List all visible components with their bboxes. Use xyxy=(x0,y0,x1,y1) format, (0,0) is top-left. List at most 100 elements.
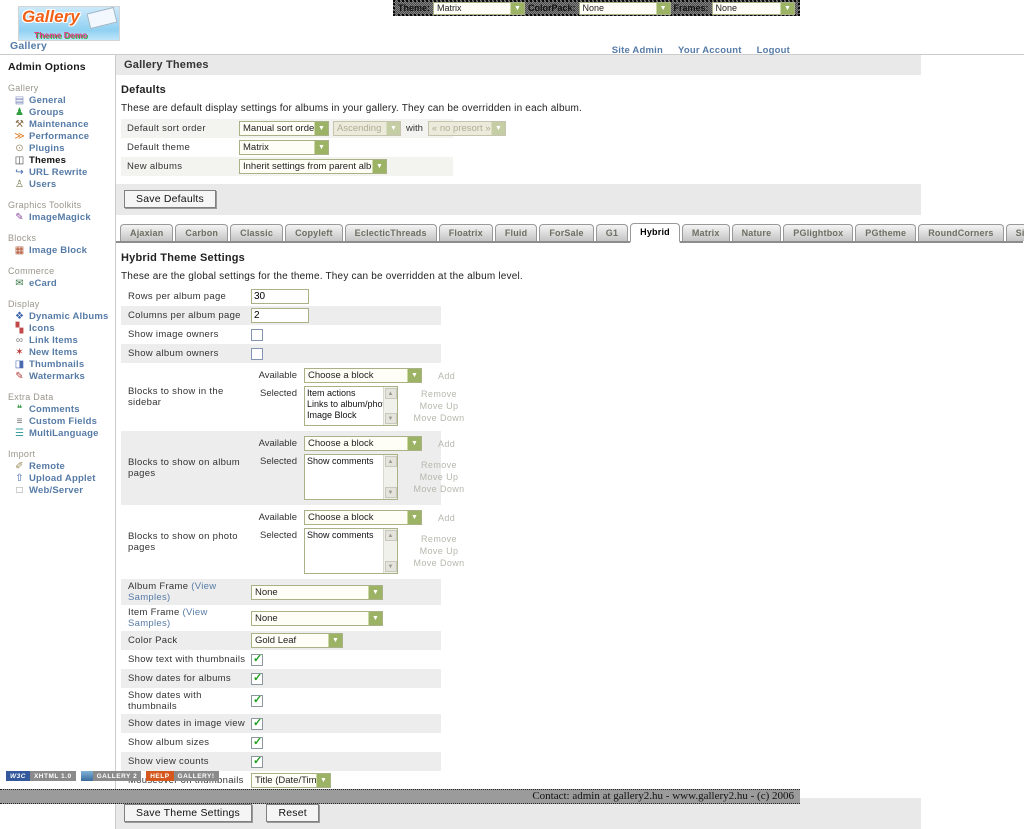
scroll-up-icon[interactable]: ▲ xyxy=(385,456,397,467)
tab-ajaxian[interactable]: Ajaxian xyxy=(120,224,173,241)
item-frame-select[interactable]: None ▼ xyxy=(251,611,383,626)
new-albums-select[interactable]: Inherit settings from parent album ▼ xyxy=(239,159,387,174)
scroll-up-icon[interactable]: ▲ xyxy=(385,530,397,541)
theme-select[interactable]: Matrix ▼ xyxy=(433,2,525,15)
scroll-up-icon[interactable]: ▲ xyxy=(385,388,397,399)
show-album-owners-checkbox[interactable] xyxy=(251,348,263,360)
color-pack-select[interactable]: Gold Leaf ▼ xyxy=(251,633,343,648)
sidebar-item-upload-applet[interactable]: ⇧Upload Applet xyxy=(13,473,115,484)
default-theme-select[interactable]: Matrix ▼ xyxy=(239,140,329,155)
album-frame-select[interactable]: None ▼ xyxy=(251,585,383,600)
sidebar-item-imagemagick[interactable]: ✎ImageMagick xyxy=(13,212,115,223)
tab-fluid[interactable]: Fluid xyxy=(495,224,538,241)
colorpack-select[interactable]: None ▼ xyxy=(579,2,671,15)
sidebar-item-web-server[interactable]: □Web/Server xyxy=(13,485,115,496)
reset-button[interactable]: Reset xyxy=(266,804,318,822)
sidebar-item-url-rewrite[interactable]: ↪URL Rewrite xyxy=(13,167,115,178)
sidebar-item-remote[interactable]: ✐Remote xyxy=(13,461,115,472)
sidebar-item-ecard[interactable]: ✉eCard xyxy=(13,278,115,289)
sidebar-item-maintenance[interactable]: ⚒Maintenance xyxy=(13,119,115,130)
sidebar-item-watermarks[interactable]: ✎Watermarks xyxy=(13,371,115,382)
move-down-link[interactable]: Move Down xyxy=(410,558,468,568)
scrollbar[interactable]: ▲ ▼ xyxy=(383,387,397,425)
frames-select[interactable]: None ▼ xyxy=(712,2,795,15)
move-up-link[interactable]: Move Up xyxy=(410,472,468,482)
save-defaults-button[interactable]: Save Defaults xyxy=(124,190,216,208)
scrollbar[interactable]: ▲ ▼ xyxy=(383,529,397,573)
album-selected-blocks-listbox[interactable]: Show comments ▲ ▼ xyxy=(304,454,398,500)
listbox-item[interactable]: Show comments xyxy=(307,530,383,541)
w3c-icon: W3C xyxy=(6,771,30,781)
sidebar-item-performance[interactable]: ≫Performance xyxy=(13,131,115,142)
tab-pglightbox[interactable]: PGlightbox xyxy=(783,224,853,241)
mouseover-select[interactable]: Title (Date/Time) ▼ xyxy=(251,773,331,788)
gallery2-badge[interactable]: GALLERY 2 xyxy=(81,771,142,781)
show-dates-albums-checkbox[interactable] xyxy=(251,673,263,685)
tab-matrix[interactable]: Matrix xyxy=(682,224,730,241)
scrollbar[interactable]: ▲ ▼ xyxy=(383,455,397,499)
move-up-link[interactable]: Move Up xyxy=(410,401,468,411)
show-dates-thumbs-checkbox[interactable] xyxy=(251,695,263,707)
add-link[interactable]: Add xyxy=(438,371,455,381)
gallery-logo[interactable]: Gallery Theme Demo xyxy=(18,6,120,41)
default-sort-select[interactable]: Manual sort order ▼ xyxy=(239,121,329,136)
tab-forsale[interactable]: ForSale xyxy=(539,224,593,241)
listbox-item[interactable]: Item actions xyxy=(307,388,383,399)
sidebar-available-blocks-select[interactable]: Choose a block ▼ xyxy=(304,368,422,383)
move-down-link[interactable]: Move Down xyxy=(410,484,468,494)
tab-copyleft[interactable]: Copyleft xyxy=(285,224,343,241)
sidebar-item-thumbnails[interactable]: ◨Thumbnails xyxy=(13,359,115,370)
remove-link[interactable]: Remove xyxy=(410,389,468,399)
listbox-item[interactable]: Image Block xyxy=(307,410,383,421)
remove-link[interactable]: Remove xyxy=(410,460,468,470)
sidebar-item-users[interactable]: ♙Users xyxy=(13,179,115,190)
show-image-owners-checkbox[interactable] xyxy=(251,329,263,341)
scroll-down-icon[interactable]: ▼ xyxy=(385,561,397,572)
scroll-down-icon[interactable]: ▼ xyxy=(385,413,397,424)
tab-floatrix[interactable]: Floatrix xyxy=(439,224,493,241)
sidebar-item-dynamic-albums[interactable]: ❖Dynamic Albums xyxy=(13,311,115,322)
show-dates-image-checkbox[interactable] xyxy=(251,718,263,730)
sidebar-item-icons[interactable]: ▚Icons xyxy=(13,323,115,334)
tab-classic[interactable]: Classic xyxy=(230,224,283,241)
show-album-sizes-checkbox[interactable] xyxy=(251,737,263,749)
album-available-blocks-select[interactable]: Choose a block ▼ xyxy=(304,436,422,451)
listbox-item[interactable]: Show comments xyxy=(307,456,383,467)
save-theme-settings-button[interactable]: Save Theme Settings xyxy=(124,804,252,822)
add-link[interactable]: Add xyxy=(438,513,455,523)
move-down-link[interactable]: Move Down xyxy=(410,413,468,423)
sidebar-item-plugins[interactable]: ⊙Plugins xyxy=(13,143,115,154)
sidebar-selected-blocks-listbox[interactable]: Item actionsLinks to album/photo peersIm… xyxy=(304,386,398,426)
move-up-link[interactable]: Move Up xyxy=(410,546,468,556)
sidebar-item-new-items[interactable]: ✶New Items xyxy=(13,347,115,358)
rows-per-page-input[interactable] xyxy=(251,289,309,304)
sidebar-item-custom-fields[interactable]: ≡Custom Fields xyxy=(13,416,115,427)
photo-selected-blocks-listbox[interactable]: Show comments ▲ ▼ xyxy=(304,528,398,574)
tab-nature[interactable]: Nature xyxy=(732,224,782,241)
w3c-xhtml-badge[interactable]: W3C XHTML 1.0 xyxy=(6,771,76,781)
sidebar-item-multilanguage[interactable]: ☰MultiLanguage xyxy=(13,428,115,439)
sidebar-item-comments[interactable]: ❝Comments xyxy=(13,404,115,415)
tab-hybrid[interactable]: Hybrid xyxy=(630,223,680,243)
sidebar-item-groups[interactable]: ♟Groups xyxy=(13,107,115,118)
show-view-counts-checkbox[interactable] xyxy=(251,756,263,768)
sidebar-item-general[interactable]: ▤General xyxy=(13,95,115,106)
remove-link[interactable]: Remove xyxy=(410,534,468,544)
breadcrumb-gallery-link[interactable]: Gallery xyxy=(10,40,47,52)
tab-eclecticthreads[interactable]: EclecticThreads xyxy=(345,224,437,241)
scroll-down-icon[interactable]: ▼ xyxy=(385,487,397,498)
cols-per-page-input[interactable] xyxy=(251,308,309,323)
tab-roundcorners[interactable]: RoundCorners xyxy=(918,224,1003,241)
sidebar-item-image-block[interactable]: ▦Image Block xyxy=(13,245,115,256)
tab-g1[interactable]: G1 xyxy=(596,224,628,241)
add-link[interactable]: Add xyxy=(438,439,455,449)
show-text-thumbs-checkbox[interactable] xyxy=(251,654,263,666)
photo-available-blocks-select[interactable]: Choose a block ▼ xyxy=(304,510,422,525)
tab-pgtheme[interactable]: PGtheme xyxy=(855,224,916,241)
sidebar-item-link-items[interactable]: ∞Link Items xyxy=(13,335,115,346)
listbox-item[interactable]: Links to album/photo peers xyxy=(307,399,383,410)
tab-sirius[interactable]: Sirius xyxy=(1006,224,1024,241)
sidebar-item-themes[interactable]: ◫Themes xyxy=(13,155,115,166)
help-gallery-badge[interactable]: HELP GALLERY! xyxy=(146,771,218,781)
tab-carbon[interactable]: Carbon xyxy=(175,224,228,241)
